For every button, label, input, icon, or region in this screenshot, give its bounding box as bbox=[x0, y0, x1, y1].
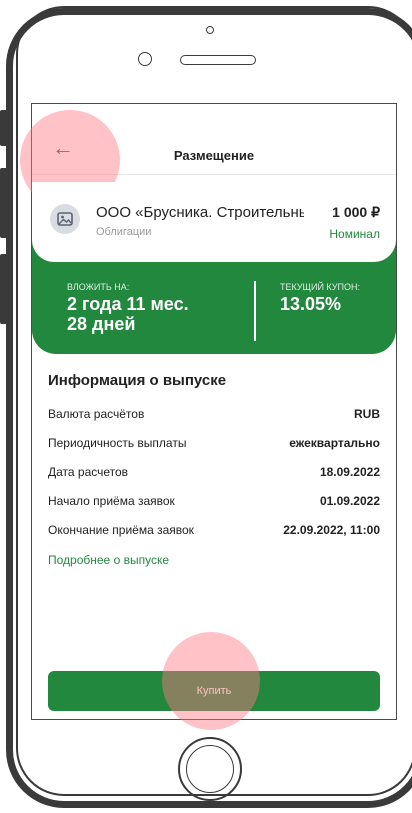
asset-card: ООО «Брусника. Строительный Облигации 1 … bbox=[32, 182, 396, 262]
tap-indicator-buy bbox=[162, 632, 260, 730]
info-row-value: RUB bbox=[354, 407, 380, 421]
phone-camera bbox=[138, 52, 152, 66]
invest-term-value: 2 года 11 мес. 28 дней bbox=[67, 294, 227, 334]
home-button[interactable] bbox=[178, 737, 242, 801]
info-row-label: Валюта расчётов bbox=[48, 407, 145, 421]
info-row-value: ежеквартально bbox=[289, 436, 380, 450]
home-button-ring bbox=[186, 745, 234, 793]
invest-term-line1: 2 года 11 мес. bbox=[67, 294, 189, 314]
info-row-value: 22.09.2022, 11:00 bbox=[283, 523, 380, 537]
info-row-label: Дата расчетов bbox=[48, 465, 129, 479]
info-row-value: 01.09.2022 bbox=[319, 494, 380, 508]
coupon-label: ТЕКУЩИЙ КУПОН: bbox=[280, 282, 360, 292]
invest-term-line2: 28 дней bbox=[67, 314, 136, 334]
phone-volume-down bbox=[0, 254, 8, 324]
info-row-label: Периодичность выплаты bbox=[48, 436, 187, 450]
info-row-label: Начало приёма заявок bbox=[48, 494, 175, 508]
image-placeholder-icon bbox=[50, 204, 80, 234]
invest-term-label: ВЛОЖИТЬ НА: bbox=[67, 282, 130, 292]
asset-type: Облигации bbox=[96, 226, 152, 238]
phone-volume-up bbox=[0, 168, 8, 238]
asset-name: ООО «Брусника. Строительный bbox=[96, 204, 304, 221]
app-screen: ← Размещение ООО «Брусника. Строительный… bbox=[31, 103, 397, 720]
info-section-title: Информация о выпуске bbox=[48, 372, 227, 389]
phone-side-button bbox=[0, 110, 8, 146]
asset-price-label: Номинал bbox=[329, 227, 380, 241]
more-info-link[interactable]: Подробнее о выпуске bbox=[48, 553, 169, 567]
coupon-value: 13.05% bbox=[280, 294, 342, 314]
summary-divider bbox=[254, 281, 256, 341]
asset-price: 1 000 ₽ bbox=[332, 204, 380, 220]
phone-sensor bbox=[206, 26, 214, 34]
info-row-label: Окончание приёма заявок bbox=[48, 523, 194, 537]
info-row-value: 18.09.2022 bbox=[319, 465, 380, 479]
phone-speaker bbox=[180, 55, 256, 65]
